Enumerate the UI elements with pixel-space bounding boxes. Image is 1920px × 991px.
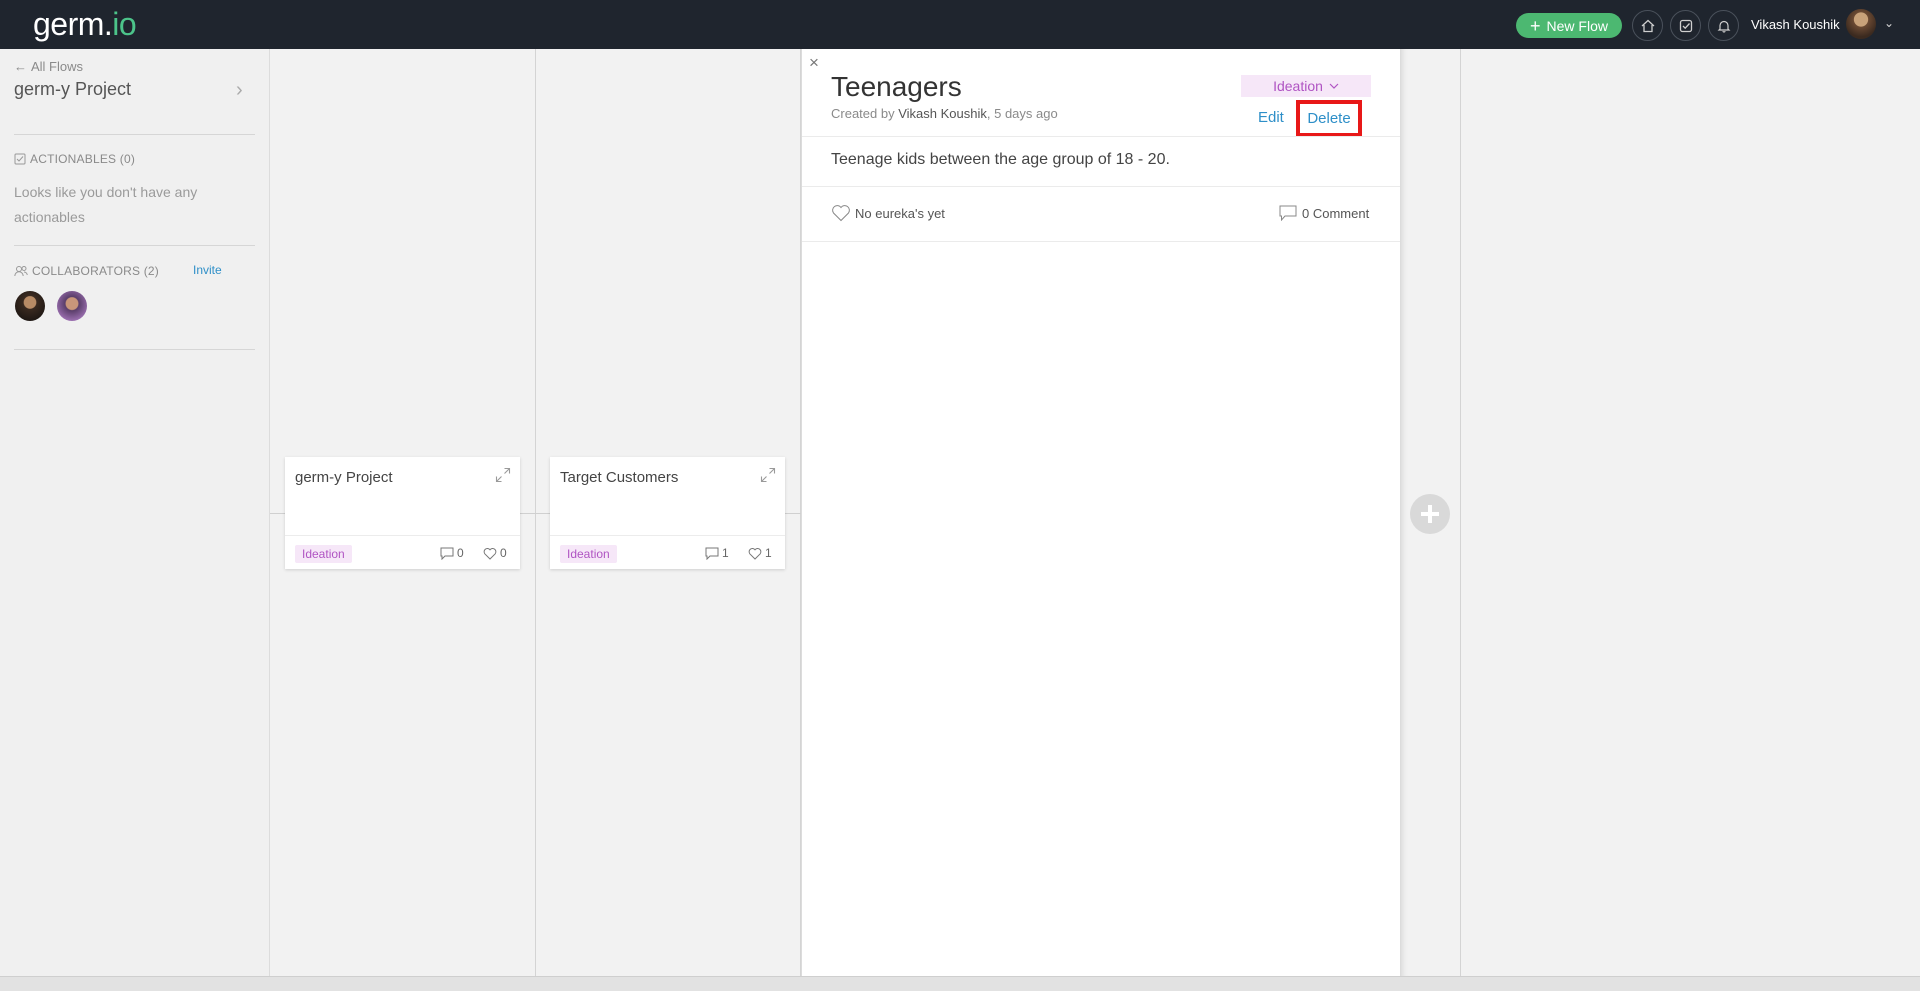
- card-title: germ-y Project: [295, 469, 393, 486]
- collaborators-label: COLLABORATORS (2): [32, 264, 159, 278]
- flow-card[interactable]: Target Customers Ideation 1 1: [550, 457, 785, 569]
- home-icon: [1641, 19, 1654, 32]
- expand-icon[interactable]: [495, 467, 511, 488]
- invite-link[interactable]: Invite: [193, 263, 222, 277]
- like-count[interactable]: 0: [483, 546, 507, 560]
- comments-button[interactable]: 0 Comment: [1279, 205, 1369, 221]
- bell-icon: [1717, 20, 1730, 33]
- collaborator-avatar[interactable]: [57, 291, 87, 321]
- logo-text-io: io: [112, 6, 137, 42]
- project-sidebar: ← All Flows germ-y Project › ACTIONABLES…: [0, 49, 270, 976]
- logo-text-main: germ: [33, 6, 104, 42]
- card-footer: Ideation 0 0: [285, 535, 520, 569]
- add-column-button[interactable]: [1410, 494, 1450, 534]
- all-flows-label: All Flows: [31, 59, 84, 74]
- created-by-line: Created by Vikash Koushik, 5 days ago: [831, 106, 1058, 121]
- comment-count[interactable]: 1: [705, 546, 729, 560]
- project-title: germ-y Project: [14, 79, 132, 99]
- germ-logo[interactable]: germ.io: [33, 6, 137, 43]
- card-footer: Ideation 1 1: [550, 535, 785, 569]
- status-dropdown[interactable]: Ideation: [1241, 75, 1371, 97]
- plus-icon: +: [1530, 15, 1541, 36]
- heart-icon: [483, 547, 497, 560]
- expand-icon[interactable]: [760, 467, 776, 488]
- panel-divider: [802, 186, 1400, 187]
- flow-connector: [270, 513, 285, 514]
- sidebar-divider: [14, 349, 255, 350]
- check-square-icon: [14, 153, 26, 165]
- heart-icon: [748, 547, 762, 560]
- edit-button[interactable]: Edit: [1258, 109, 1284, 126]
- created-time: , 5 days ago: [986, 106, 1058, 121]
- close-icon[interactable]: ×: [809, 53, 819, 73]
- author-name[interactable]: Vikash Koushik: [898, 106, 987, 121]
- user-avatar[interactable]: [1846, 9, 1876, 39]
- status-tag: Ideation: [295, 545, 352, 563]
- heart-icon: [832, 205, 850, 222]
- new-flow-label: New Flow: [1546, 17, 1608, 34]
- comment-count-text: 0 Comment: [1302, 205, 1370, 221]
- chevron-down-icon[interactable]: ⌄: [1884, 16, 1894, 30]
- check-square-icon: [1679, 19, 1692, 32]
- comment-icon: [1279, 205, 1297, 221]
- eureka-button[interactable]: No eureka's yet: [831, 204, 945, 222]
- plus-icon: [1421, 505, 1439, 523]
- collaborator-avatar[interactable]: [15, 291, 45, 321]
- comment-icon: [440, 547, 454, 560]
- new-flow-button[interactable]: + New Flow: [1516, 13, 1622, 38]
- detail-title: Teenagers: [831, 71, 962, 102]
- comment-icon: [705, 547, 719, 560]
- actionables-header: ACTIONABLES (0): [14, 152, 135, 166]
- chevron-down-icon: [1329, 83, 1339, 89]
- comment-count-value: 1: [722, 546, 729, 560]
- users-icon: [14, 266, 28, 277]
- actionables-label: ACTIONABLES (0): [30, 152, 136, 166]
- collaborators-header: COLLABORATORS (2): [14, 264, 159, 278]
- flow-card[interactable]: germ-y Project Ideation 0 0: [285, 457, 520, 569]
- comment-count-value: 0: [457, 546, 464, 560]
- user-name[interactable]: Vikash Koushik: [1751, 17, 1840, 32]
- created-prefix: Created by: [831, 106, 895, 121]
- flow-connector: [520, 513, 550, 514]
- all-flows-link[interactable]: ← All Flows: [14, 59, 83, 74]
- top-navbar: germ.io + New Flow Vikash Koushik ⌄: [0, 0, 1920, 49]
- actionables-button[interactable]: [1670, 10, 1701, 41]
- actionables-empty-text: Looks like you don't have any actionable…: [14, 184, 198, 225]
- card-description: Teenage kids between the age group of 18…: [831, 151, 1170, 168]
- arrow-left-icon: ←: [14, 59, 27, 74]
- panel-divider: [802, 136, 1400, 137]
- delete-button[interactable]: Delete: [1307, 110, 1350, 127]
- like-count[interactable]: 1: [748, 546, 772, 560]
- chevron-right-icon[interactable]: ›: [236, 79, 243, 102]
- notifications-button[interactable]: [1708, 10, 1739, 41]
- status-tag: Ideation: [560, 545, 617, 563]
- eureka-text: No eureka's yet: [855, 205, 945, 221]
- status-value: Ideation: [1273, 78, 1323, 94]
- sidebar-divider: [14, 134, 255, 135]
- flow-connector: [785, 513, 801, 514]
- comment-count[interactable]: 0: [440, 546, 464, 560]
- home-button[interactable]: [1632, 10, 1663, 41]
- like-count-value: 0: [500, 546, 507, 560]
- delete-highlight-box: Delete: [1296, 100, 1362, 137]
- card-title: Target Customers: [560, 469, 679, 486]
- board-empty-area: [1461, 49, 1920, 976]
- card-detail-panel: × Teenagers Created by Vikash Koushik, 5…: [801, 49, 1401, 976]
- panel-divider: [802, 241, 1400, 242]
- sidebar-divider: [14, 245, 255, 246]
- like-count-value: 1: [765, 546, 772, 560]
- horizontal-scrollbar[interactable]: [0, 976, 1920, 991]
